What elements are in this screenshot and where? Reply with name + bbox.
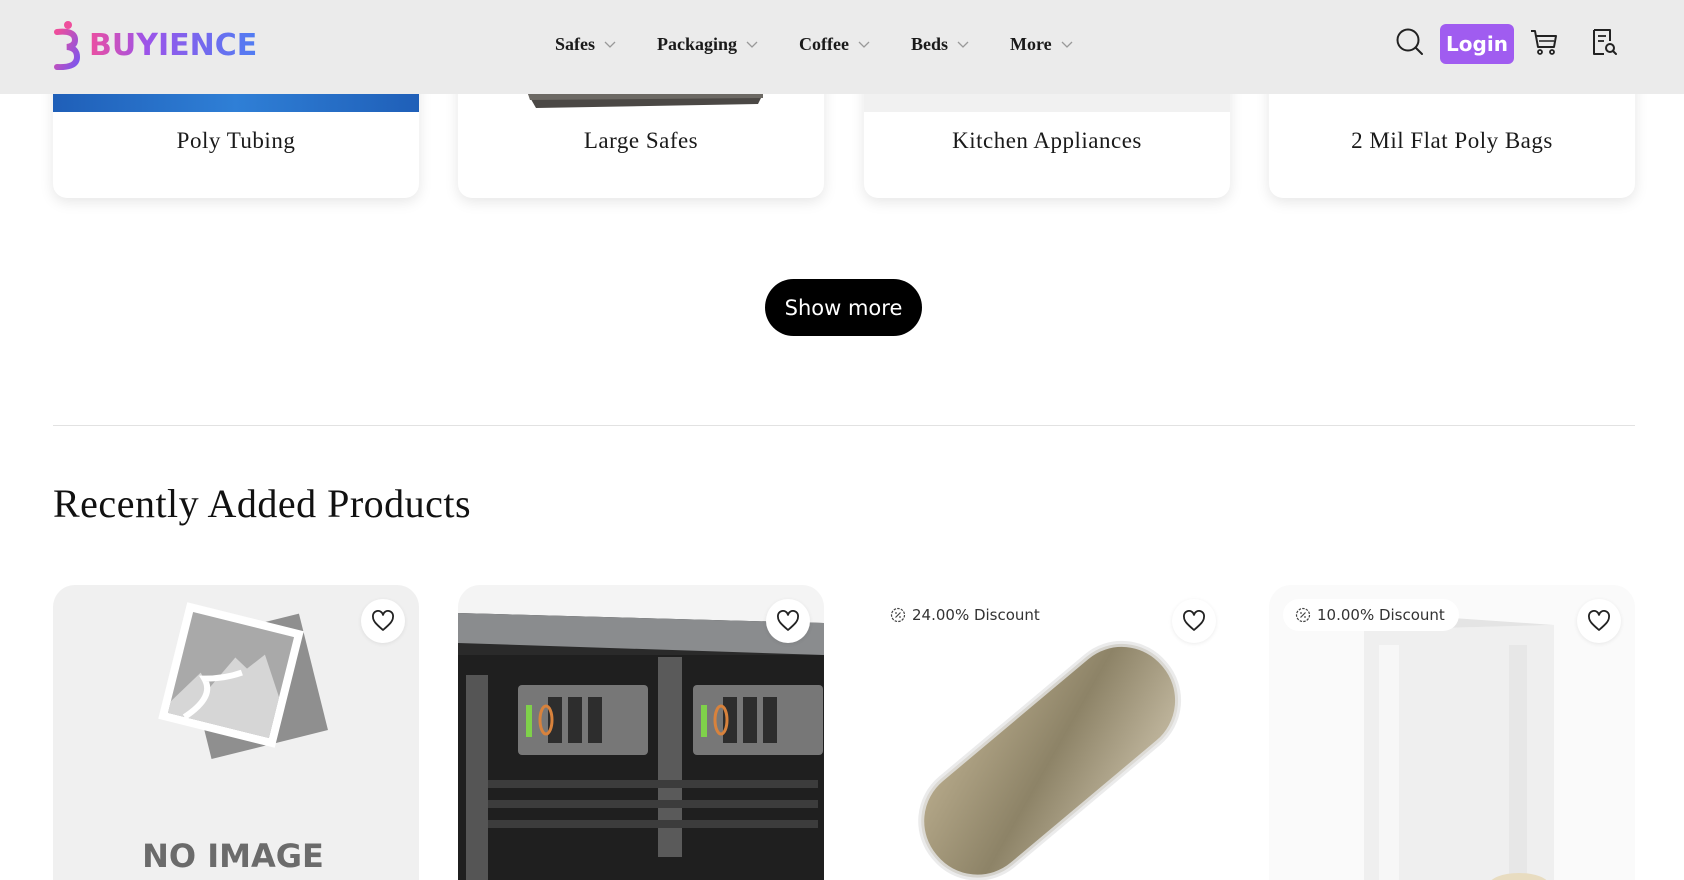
category-label: 2 Mil Flat Poly Bags <box>1351 128 1553 153</box>
nav-item-label: Coffee <box>799 33 849 54</box>
section-title-recently-added: Recently Added Products <box>53 481 472 526</box>
heart-icon <box>1183 610 1205 631</box>
heart-icon <box>1588 610 1610 631</box>
brand-name: BUYIENCE <box>89 27 258 63</box>
discount-icon <box>1295 607 1311 623</box>
nav-item-label: More <box>1010 33 1052 54</box>
order-tracking-button[interactable] <box>1586 24 1622 60</box>
product-card[interactable]: 10.00% Discount <box>1269 585 1635 880</box>
product-card[interactable] <box>458 585 824 880</box>
heart-icon <box>372 610 394 631</box>
brand-logo-mark <box>54 21 81 70</box>
search-button[interactable] <box>1392 24 1428 60</box>
cart-icon <box>1531 30 1557 55</box>
discount-badge: 10.00% Discount <box>1283 599 1459 631</box>
nav-item-label: Beds <box>910 33 948 54</box>
heart-icon <box>777 610 799 631</box>
chevron-down-icon <box>746 41 758 48</box>
site-header: BUYIENCE Safes Packaging Coffee Beds Mor… <box>0 0 1684 94</box>
wishlist-button[interactable] <box>1172 599 1216 643</box>
show-more-button[interactable]: Show more <box>765 279 922 336</box>
nav-item-safes[interactable]: Safes <box>555 30 617 58</box>
receipt-search-icon <box>1593 29 1617 55</box>
nav-item-beds[interactable]: Beds <box>911 30 970 58</box>
chevron-down-icon <box>604 41 616 48</box>
nav-item-label: Packaging <box>657 33 738 54</box>
category-label: Kitchen Appliances <box>952 128 1142 153</box>
brand-logo[interactable]: BUYIENCE <box>53 20 257 70</box>
chevron-down-icon <box>1061 41 1073 48</box>
discount-badge: 24.00% Discount <box>878 599 1054 631</box>
category-label: Poly Tubing <box>176 128 296 153</box>
nav-item-packaging[interactable]: Packaging <box>657 30 759 58</box>
chevron-down-icon <box>858 41 870 48</box>
discount-text: 10.00% Discount <box>1317 606 1445 624</box>
wishlist-button[interactable] <box>361 599 405 643</box>
wishlist-button[interactable] <box>1577 599 1621 643</box>
wishlist-button[interactable] <box>766 599 810 643</box>
nav-item-coffee[interactable]: Coffee <box>799 30 871 58</box>
chevron-down-icon <box>957 41 969 48</box>
main-nav: Safes Packaging Coffee Beds More <box>555 30 1114 58</box>
search-icon <box>1396 28 1423 55</box>
product-card[interactable]: 24.00% Discount <box>864 585 1230 880</box>
category-label: Large Safes <box>583 128 699 153</box>
nav-item-more[interactable]: More <box>1010 30 1074 58</box>
section-divider <box>53 425 1635 426</box>
no-image-text: NO IMAGE <box>142 837 324 875</box>
product-card[interactable]: NO IMAGE <box>53 585 419 880</box>
discount-icon <box>890 607 906 623</box>
nav-item-label: Safes <box>555 33 595 54</box>
cart-button[interactable] <box>1526 24 1562 60</box>
login-button[interactable]: Login <box>1440 24 1514 64</box>
discount-text: 24.00% Discount <box>912 606 1040 624</box>
